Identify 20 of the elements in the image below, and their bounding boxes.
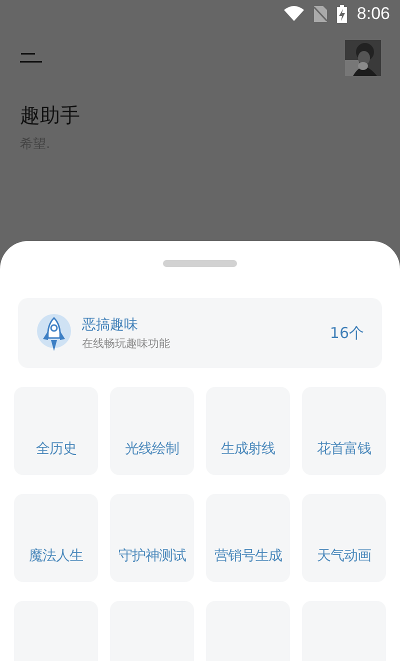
drag-handle[interactable] [163, 260, 237, 267]
category-card[interactable]: 恶搞趣味 在线畅玩趣味功能 16个 [18, 298, 382, 368]
category-title: 恶搞趣味 [82, 316, 139, 334]
menu-icon[interactable] [20, 52, 42, 62]
tool-count: 16个 [330, 324, 364, 342]
no-sim-icon [314, 6, 327, 22]
tool-tile[interactable]: 全历史 [14, 387, 98, 475]
tool-tile[interactable]: 魔法人生 [14, 494, 98, 582]
tool-tile[interactable]: 花首富钱 [302, 387, 386, 475]
tool-tile[interactable]: 守护神测试 [110, 494, 194, 582]
battery-charging-icon [336, 4, 347, 22]
tool-tile[interactable]: 营销号生成 [206, 494, 290, 582]
app-title: 趣助手 [20, 102, 81, 129]
rocket-icon [37, 314, 71, 352]
category-subtitle: 在线畅玩趣味功能 [82, 336, 171, 350]
tool-tile[interactable]: 生成射线 [206, 387, 290, 475]
tool-tile[interactable]: 天气动画 [302, 494, 386, 582]
status-time: 8:06 [356, 4, 390, 24]
tool-tile[interactable]: 光线绘制 [110, 387, 194, 475]
wifi-icon [284, 6, 304, 21]
